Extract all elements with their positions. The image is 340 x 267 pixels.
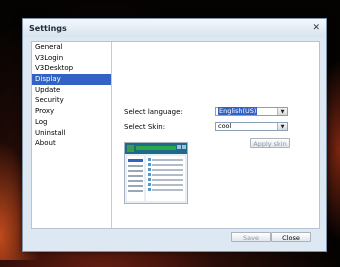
- sidebar-item-security[interactable]: Security: [32, 95, 111, 106]
- preview-header: [125, 143, 187, 154]
- language-select[interactable]: English(US) ▼: [215, 107, 288, 116]
- window-title: Settings: [29, 23, 67, 33]
- sidebar-item-display[interactable]: Display: [32, 74, 111, 85]
- sidebar-item-uninstall[interactable]: Uninstall: [32, 128, 111, 139]
- save-button[interactable]: Save: [231, 232, 271, 242]
- close-button[interactable]: Close: [271, 232, 311, 242]
- skin-label: Select Skin:: [124, 123, 166, 131]
- skin-value: cool: [218, 122, 232, 130]
- sidebar-item-proxy[interactable]: Proxy: [32, 106, 111, 117]
- chevron-down-icon[interactable]: ▼: [277, 123, 287, 130]
- settings-dialog: Settings ✕ General V3Login V3Desktop Dis…: [22, 18, 327, 252]
- sidebar-item-update[interactable]: Update: [32, 85, 111, 96]
- chevron-down-icon[interactable]: ▼: [277, 108, 287, 115]
- language-value: English(US): [218, 107, 258, 115]
- preview-sidebar: [127, 156, 144, 201]
- sidebar-item-v3login[interactable]: V3Login: [32, 53, 111, 64]
- preview-list: [146, 156, 185, 201]
- preview-tool-icon: [182, 145, 186, 149]
- apply-skin-button[interactable]: Apply skin: [250, 138, 290, 148]
- skin-preview-image: [124, 142, 188, 204]
- sidebar-item-general[interactable]: General: [32, 42, 111, 53]
- language-label: Select language:: [124, 108, 183, 116]
- preview-logo-icon: [127, 145, 134, 152]
- display-panel: Select language: English(US) ▼ Select Sk…: [112, 42, 319, 228]
- preview-tool-icon: [177, 145, 181, 149]
- sidebar-item-v3desktop[interactable]: V3Desktop: [32, 63, 111, 74]
- sidebar-item-log[interactable]: Log: [32, 117, 111, 128]
- preview-toolbar: [136, 146, 176, 150]
- settings-sidebar: General V3Login V3Desktop Display Update…: [32, 42, 112, 228]
- skin-select[interactable]: cool ▼: [215, 122, 288, 131]
- close-icon[interactable]: ✕: [312, 23, 320, 33]
- settings-content: General V3Login V3Desktop Display Update…: [31, 41, 320, 229]
- title-bar[interactable]: Settings ✕: [23, 19, 326, 37]
- sidebar-item-about[interactable]: About: [32, 138, 111, 149]
